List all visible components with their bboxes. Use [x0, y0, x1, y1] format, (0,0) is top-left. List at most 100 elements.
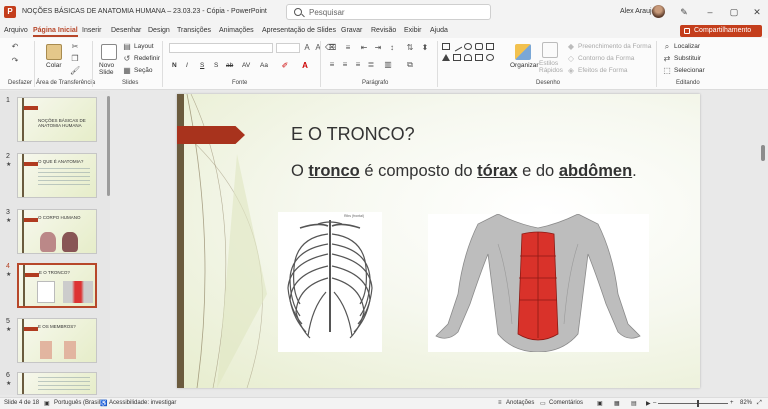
thumbnail-slide-4[interactable]: E O TRONCO? — [17, 263, 97, 308]
grow-font-icon[interactable]: A — [302, 43, 312, 53]
restore-icon[interactable]: ▢ — [728, 6, 740, 18]
font-size-input[interactable] — [276, 43, 300, 53]
paste-icon[interactable] — [46, 44, 62, 60]
reset-button[interactable]: Redefinir — [134, 55, 160, 62]
comments-button[interactable]: Comentários — [549, 400, 583, 406]
thumbnail-slide-3[interactable]: O CORPO HUMANO — [17, 209, 97, 254]
thumbnail-slide-5[interactable]: E OS MEMBROS? — [17, 318, 97, 363]
tab-ajuda[interactable]: Ajuda — [430, 27, 448, 34]
brace-shape-icon[interactable] — [475, 54, 483, 61]
tab-transicoes[interactable]: Transições — [177, 27, 211, 34]
slide-4[interactable]: E O TRONCO? O tronco é composto do tórax… — [177, 94, 700, 388]
thumbnails-scrollbar[interactable] — [107, 96, 110, 196]
normal-view-icon[interactable]: ▣ — [597, 400, 603, 407]
zoom-level[interactable]: 82% — [740, 400, 752, 406]
scroll-thumb[interactable] — [761, 145, 765, 161]
cut-icon[interactable]: ✂ — [70, 42, 80, 52]
layout-icon[interactable]: ▤ — [122, 42, 132, 52]
user-name[interactable]: Alex Araujo — [620, 8, 655, 15]
shrink-font-icon[interactable]: A — [313, 43, 323, 53]
tab-exibir[interactable]: Exibir — [404, 27, 422, 34]
shape-effects-button[interactable]: Efeitos de Forma — [578, 67, 628, 74]
zoom-slider[interactable] — [658, 403, 728, 404]
slide-arrow-shape[interactable] — [177, 126, 245, 144]
shadow-button[interactable]: S — [214, 62, 218, 69]
rib-cage-image[interactable]: Ribs (frontal) — [278, 212, 382, 352]
triangle-shape-icon[interactable] — [442, 54, 450, 61]
shape-effects-icon[interactable]: ◈ — [566, 66, 576, 76]
accessibility-icon[interactable]: ♿ — [100, 400, 107, 407]
find-icon[interactable]: ⌕ — [662, 42, 672, 52]
arc-shape-icon[interactable] — [464, 54, 472, 61]
shape-outline-button[interactable]: Contorno da Forma — [578, 55, 634, 62]
tab-inserir[interactable]: Inserir — [82, 27, 101, 34]
line-shape-icon[interactable] — [451, 41, 463, 52]
copy-icon[interactable]: ❐ — [70, 54, 80, 64]
reading-view-icon[interactable]: ▤ — [631, 400, 637, 407]
section-button[interactable]: Seção — [134, 67, 152, 74]
thumbnail-slide-2[interactable]: O QUE É ANATOMIA? — [17, 153, 97, 198]
tab-design[interactable]: Design — [148, 27, 170, 34]
align-right-icon[interactable]: ≡ — [353, 60, 363, 70]
highlight-icon[interactable]: ✐ — [280, 61, 290, 71]
tab-apresentacao[interactable]: Apresentação de Slides — [262, 27, 336, 34]
rectangle-shape-icon[interactable] — [442, 43, 450, 50]
accessibility-status[interactable]: Acessibilidade: investigar — [109, 400, 176, 406]
share-button[interactable]: Compartilhamento — [680, 25, 762, 37]
comments-icon[interactable]: ▭ — [540, 400, 546, 407]
arrange-button[interactable]: Organizar — [510, 62, 539, 69]
pen-icon[interactable]: ✎ — [678, 6, 690, 18]
replace-button[interactable]: Substituir — [674, 55, 701, 62]
arrange-icon[interactable] — [515, 44, 531, 60]
format-painter-icon[interactable]: 🖌 — [70, 66, 80, 76]
tab-revisao[interactable]: Revisão — [371, 27, 396, 34]
decrease-indent-icon[interactable]: ⇤ — [359, 43, 369, 53]
underline-button[interactable]: S — [200, 62, 204, 69]
replace-icon[interactable]: ⇄ — [662, 54, 672, 64]
strikethrough-button[interactable]: ab — [226, 62, 233, 69]
avatar[interactable] — [652, 5, 665, 18]
slide-thumbnails-pane[interactable]: 1 NOÇÕES BÁSICAS DE ANATOMIA HUMANA 2 ★ … — [0, 91, 110, 395]
abdominal-muscles-image[interactable] — [428, 213, 649, 353]
shape-fill-button[interactable]: Preenchimento da Forma — [578, 43, 651, 50]
reset-icon[interactable]: ↺ — [122, 54, 132, 64]
quick-styles-button[interactable]: Estilos Rápidos — [539, 60, 563, 74]
new-slide-button[interactable]: Novo Slide — [99, 62, 119, 76]
tab-desenhar[interactable]: Desenhar — [111, 27, 141, 34]
bold-button[interactable]: N — [172, 62, 177, 69]
shapes-gallery[interactable] — [442, 41, 502, 73]
square-shape-icon[interactable] — [486, 43, 494, 50]
slide-body-text[interactable]: O tronco é composto do tórax e do abdôme… — [291, 162, 637, 181]
close-icon[interactable]: ✕ — [751, 6, 763, 18]
zoom-in-icon[interactable]: + — [730, 400, 734, 406]
increase-indent-icon[interactable]: ⇥ — [373, 43, 383, 53]
zoom-slider-handle[interactable] — [697, 400, 699, 407]
align-left-icon[interactable]: ≡ — [327, 60, 337, 70]
tab-pagina-inicial[interactable]: Página Inicial — [33, 27, 78, 37]
thumbnail-slide-1[interactable]: NOÇÕES BÁSICAS DE ANATOMIA HUMANA — [17, 97, 97, 142]
oval-shape-icon[interactable] — [464, 43, 472, 50]
section-icon[interactable]: ▦ — [122, 66, 132, 76]
change-case-button[interactable]: Aa — [260, 62, 268, 69]
notes-button[interactable]: Anotações — [506, 400, 534, 406]
slide-title[interactable]: E O TRONCO? — [291, 124, 415, 145]
numbering-icon[interactable]: ≡ — [343, 43, 353, 53]
italic-button[interactable]: I — [186, 62, 188, 69]
font-color-icon[interactable]: A — [300, 61, 310, 71]
shape-fill-icon[interactable]: ◆ — [566, 42, 576, 52]
tab-arquivo[interactable]: Arquivo — [4, 27, 28, 34]
slide-vertical-scrollbar[interactable] — [760, 95, 766, 385]
find-button[interactable]: Localizar — [674, 43, 700, 50]
bullets-icon[interactable]: ☰ — [327, 43, 337, 53]
align-text-icon[interactable]: ⬍ — [420, 43, 430, 53]
columns-icon[interactable]: ▥ — [383, 60, 393, 70]
zoom-out-icon[interactable]: – — [653, 400, 656, 406]
spacing-button[interactable]: AV — [242, 62, 250, 69]
smartart-icon[interactable]: ⧉ — [405, 60, 415, 70]
paste-button[interactable]: Colar — [46, 62, 62, 69]
layout-button[interactable]: Layout — [134, 43, 154, 50]
search-input[interactable]: Pesquisar — [286, 4, 491, 20]
redo-icon[interactable]: ↷ — [10, 56, 20, 66]
language-status[interactable]: Português (Brasil) — [54, 400, 102, 406]
slide-sorter-icon[interactable]: ▦ — [614, 400, 620, 407]
